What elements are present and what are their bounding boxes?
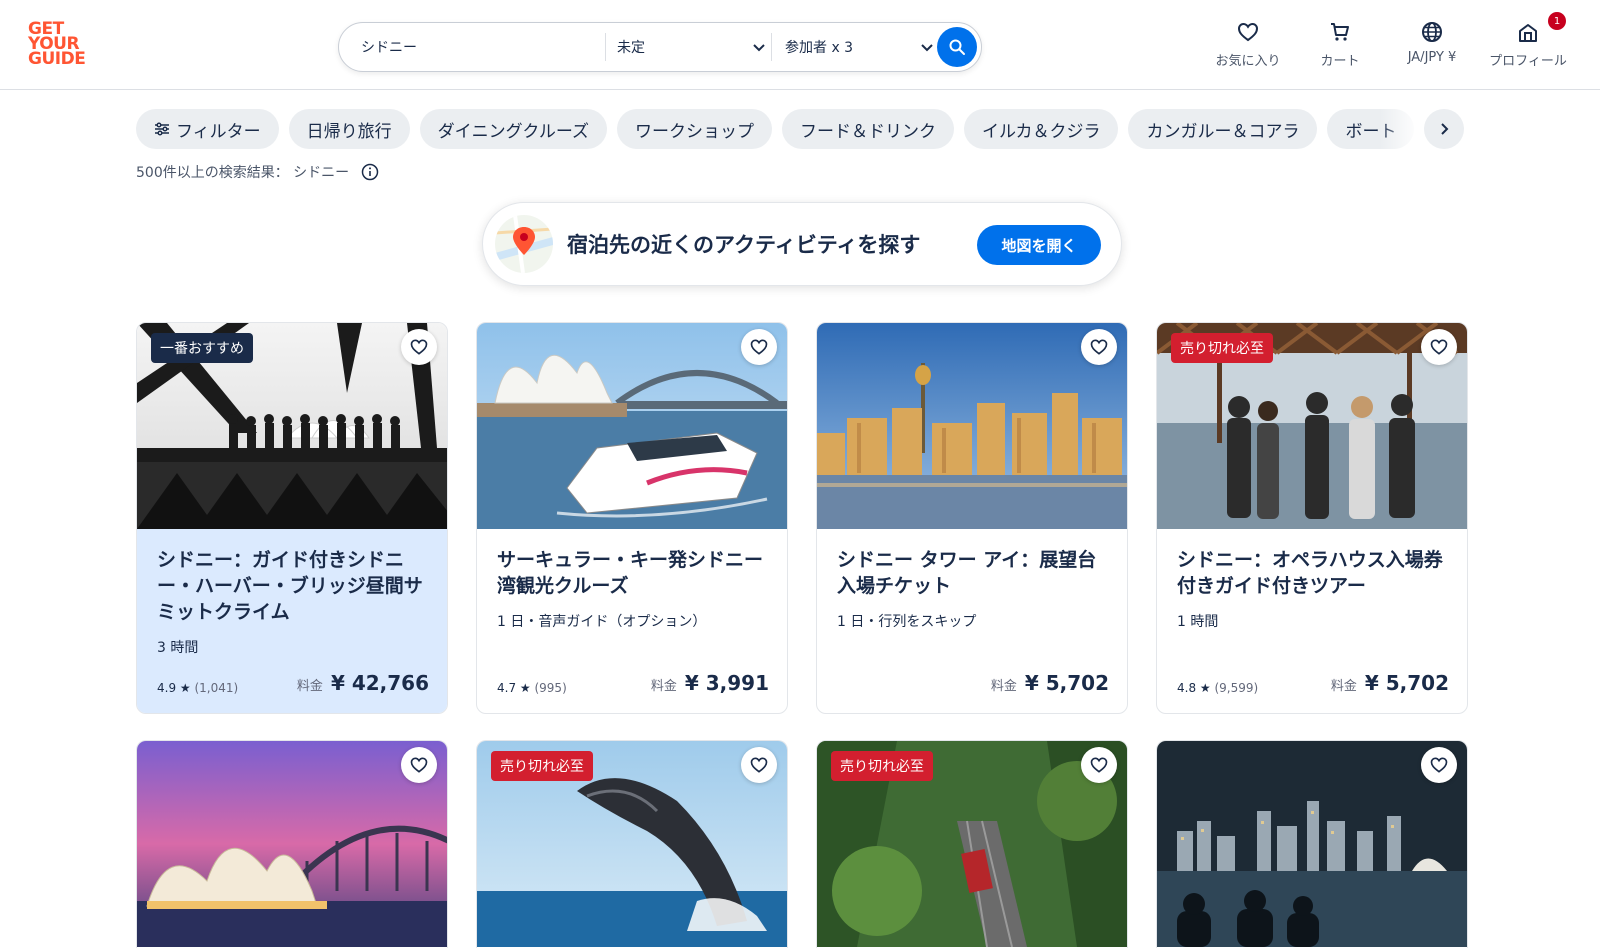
card-footer: 4.8 ★ (9,599) 料金 ¥ 5,702	[1177, 669, 1449, 695]
chip-filter[interactable]: フィルター	[136, 109, 279, 149]
wishlist-button[interactable]	[1421, 747, 1457, 783]
card-tag: 売り切れ必至	[1171, 333, 1273, 363]
card-tag: 一番おすすめ	[151, 333, 253, 363]
globe-icon	[1422, 22, 1442, 42]
notification-badge: 1	[1548, 12, 1566, 30]
card-price: 料金 ¥ 5,702	[1330, 671, 1449, 695]
card-body: シドニー タワー アイ：展望台入場チケット 1 日・行列をスキップ 料金 ¥ 5,…	[817, 529, 1127, 713]
search-button[interactable]	[937, 27, 977, 67]
wishlist-button[interactable]	[401, 747, 437, 783]
sliders-icon	[155, 122, 169, 136]
results-count: 500件以上の検索結果： シドニー	[136, 160, 379, 184]
card-body: シドニー：オペラハウス入場券付きガイド付きツアー 1 時間 4.8 ★ (9,5…	[1157, 529, 1467, 713]
card-image	[817, 323, 1127, 529]
card-price: 料金 ¥ 42,766	[296, 671, 429, 695]
card-body: サーキュラー・キー発シドニー湾観光クルーズ 1 日・音声ガイド（オプション） 4…	[477, 529, 787, 713]
card-duration: 3 時間	[157, 640, 199, 656]
heart-icon	[1430, 339, 1448, 355]
activity-card[interactable]: サーキュラー・キー発シドニー湾観光クルーズ 1 日・音声ガイド（オプション） 4…	[476, 322, 788, 714]
divider	[771, 33, 772, 61]
nav-cart[interactable]: カート	[1304, 20, 1376, 72]
heart-icon	[1090, 339, 1108, 355]
top-header: GET YOUR GUIDE シドニー 未定 参加者 x 3 お気に入り カート…	[0, 0, 1600, 90]
chips-fade	[1380, 109, 1420, 149]
card-image	[477, 323, 787, 529]
card-body: シドニー：ガイド付きシドニー・ハーバー・ブリッジ昼間サミットクライム 3 時間 …	[137, 529, 447, 713]
chevron-down-icon	[921, 44, 933, 52]
destination-input[interactable]: シドニー	[361, 23, 591, 71]
date-select[interactable]: 未定	[617, 23, 767, 71]
chip-dining-cruises[interactable]: ダイニングクルーズ	[419, 109, 607, 149]
wishlist-button[interactable]	[741, 329, 777, 365]
getyourguide-logo[interactable]: GET YOUR GUIDE	[28, 21, 92, 70]
heart-icon	[1237, 22, 1259, 42]
nav-profile[interactable]: プロフィール 1	[1476, 12, 1580, 72]
card-image	[1157, 741, 1467, 947]
heart-icon	[410, 757, 428, 773]
profile-icon	[1519, 24, 1537, 42]
activity-card[interactable]	[136, 740, 448, 948]
card-duration: 1 日・音声ガイド（オプション）	[497, 614, 707, 630]
wishlist-button[interactable]	[1421, 329, 1457, 365]
card-price: 料金 ¥ 5,702	[990, 671, 1109, 695]
card-title: シドニー タワー アイ：展望台入場チケット	[837, 549, 1097, 597]
wishlist-button[interactable]	[1081, 747, 1117, 783]
info-icon[interactable]	[361, 163, 379, 181]
map-banner: 宿泊先の近くのアクティビティを探す 地図を開く	[482, 202, 1122, 286]
card-tag: 売り切れ必至	[831, 751, 933, 781]
filter-chips: フィルター 日帰り旅行 ダイニングクルーズ ワークショップ フード＆ドリンク イ…	[136, 109, 1466, 149]
chip-day-trips[interactable]: 日帰り旅行	[288, 109, 410, 149]
heart-icon	[750, 757, 768, 773]
map-pin-icon	[495, 215, 553, 273]
chip-food-drink[interactable]: フード＆ドリンク	[781, 109, 954, 149]
chip-kangaroo-koala[interactable]: カンガルー＆コアラ	[1128, 109, 1318, 149]
activity-card[interactable]: 売り切れ必至	[476, 740, 788, 948]
chevron-right-icon	[1441, 123, 1449, 135]
card-rating: 4.7 ★ (995)	[497, 681, 567, 695]
card-footer: 4.9 ★ (1,041) 料金 ¥ 42,766	[157, 669, 429, 695]
nav-favorites[interactable]: お気に入り	[1206, 20, 1290, 72]
card-title: シドニー：ガイド付きシドニー・ハーバー・ブリッジ昼間サミットクライム	[157, 549, 423, 623]
open-map-button[interactable]: 地図を開く	[977, 225, 1101, 265]
card-rating: 4.8 ★ (9,599)	[1177, 681, 1259, 695]
card-title: サーキュラー・キー発シドニー湾観光クルーズ	[497, 549, 764, 597]
card-rating: 4.9 ★ (1,041)	[157, 681, 239, 695]
chevron-down-icon	[753, 44, 765, 52]
heart-icon	[750, 339, 768, 355]
card-footer: 4.7 ★ (995) 料金 ¥ 3,991	[497, 669, 769, 695]
chips-next-button[interactable]	[1424, 109, 1464, 149]
heart-icon	[1090, 757, 1108, 773]
guests-select[interactable]: 参加者 x 3	[785, 23, 935, 71]
wishlist-button[interactable]	[401, 329, 437, 365]
wishlist-button[interactable]	[1081, 329, 1117, 365]
activity-card[interactable]: 売り切れ必至	[816, 740, 1128, 948]
cart-icon	[1331, 23, 1349, 41]
divider	[605, 33, 606, 61]
search-icon	[949, 39, 965, 55]
activity-card[interactable]: 売り切れ必至 シドニー：オペラハウス入場券付きガイド付きツアー 1 時間 4.8…	[1156, 322, 1468, 714]
card-price: 料金 ¥ 3,991	[650, 671, 769, 695]
wishlist-button[interactable]	[741, 747, 777, 783]
activity-card[interactable]: シドニー タワー アイ：展望台入場チケット 1 日・行列をスキップ 料金 ¥ 5,…	[816, 322, 1128, 714]
card-footer: 料金 ¥ 5,702	[837, 669, 1109, 695]
activity-card[interactable]: 一番おすすめ シドニー：ガイド付きシドニー・ハーバー・ブリッジ昼間サミットクライ…	[136, 322, 448, 714]
card-duration: 1 日・行列をスキップ	[837, 614, 977, 630]
nav-language-currency[interactable]: JA/JPY ¥	[1390, 20, 1474, 72]
map-banner-title: 宿泊先の近くのアクティビティを探す	[567, 233, 921, 257]
chip-dolphins-whales[interactable]: イルカ＆クジラ	[963, 109, 1119, 149]
heart-icon	[410, 339, 428, 355]
card-image	[137, 741, 447, 947]
card-title: シドニー：オペラハウス入場券付きガイド付きツアー	[1177, 549, 1443, 597]
card-tag: 売り切れ必至	[491, 751, 593, 781]
chip-workshops[interactable]: ワークショップ	[616, 109, 772, 149]
activity-card[interactable]	[1156, 740, 1468, 948]
search-bar: シドニー 未定 参加者 x 3	[338, 22, 982, 72]
card-duration: 1 時間	[1177, 614, 1219, 630]
heart-icon	[1430, 757, 1448, 773]
